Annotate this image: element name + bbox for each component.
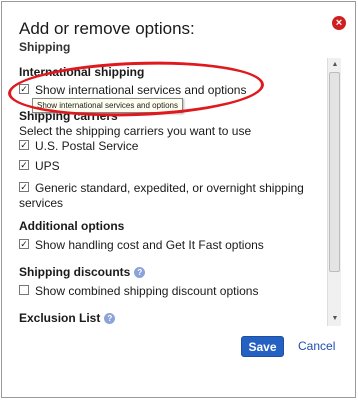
ups-label: UPS (35, 159, 60, 173)
dialog-subtitle: Shipping (19, 40, 71, 54)
exclusion-list-label: Exclusion List (19, 311, 101, 325)
additional-option-row[interactable]: ✓ Show handling cost and Get It Fast opt… (19, 238, 264, 252)
discount-option-row[interactable]: Show combined shipping discount options (19, 284, 258, 298)
scroll-down-icon[interactable]: ▼ (328, 312, 342, 326)
handling-label: Show handling cost and Get It Fast optio… (35, 238, 264, 252)
options-dialog: Add or remove options: Shipping × Intern… (1, 1, 356, 398)
ups-checkbox[interactable]: ✓ (19, 160, 29, 170)
additional-options-heading: Additional options (19, 219, 125, 233)
help-icon[interactable]: ? (134, 267, 146, 278)
scrollbar[interactable]: ▲ ▼ (327, 58, 341, 326)
shipping-discounts-heading: Shipping discounts? (19, 265, 146, 279)
close-icon[interactable]: × (332, 16, 346, 30)
handling-checkbox[interactable]: ✓ (19, 239, 29, 249)
carrier-ups-row[interactable]: ✓ UPS (19, 159, 60, 173)
discount-checkbox[interactable] (19, 285, 29, 295)
scroll-thumb[interactable] (329, 72, 340, 272)
carrier-generic-row[interactable]: ✓ Generic standard, expedited, or overni… (19, 181, 304, 195)
dialog-title: Add or remove options: (19, 19, 195, 38)
usps-checkbox[interactable]: ✓ (19, 140, 29, 150)
cancel-link[interactable]: Cancel (298, 339, 335, 353)
carriers-instruction: Select the shipping carriers you want to… (19, 124, 252, 138)
scroll-up-icon[interactable]: ▲ (328, 58, 342, 72)
usps-label: U.S. Postal Service (35, 139, 139, 153)
generic-label: Generic standard, expedited, or overnigh… (35, 181, 304, 195)
carrier-usps-row[interactable]: ✓ U.S. Postal Service (19, 139, 138, 153)
save-button[interactable]: Save (241, 336, 284, 357)
exclusion-list-heading: Exclusion List? (19, 311, 116, 325)
generic-label-continued: services (19, 196, 64, 210)
discount-label: Show combined shipping discount options (35, 284, 259, 298)
help-icon[interactable]: ? (104, 313, 116, 324)
shipping-discounts-label: Shipping discounts (19, 265, 131, 279)
generic-checkbox[interactable]: ✓ (19, 182, 29, 192)
